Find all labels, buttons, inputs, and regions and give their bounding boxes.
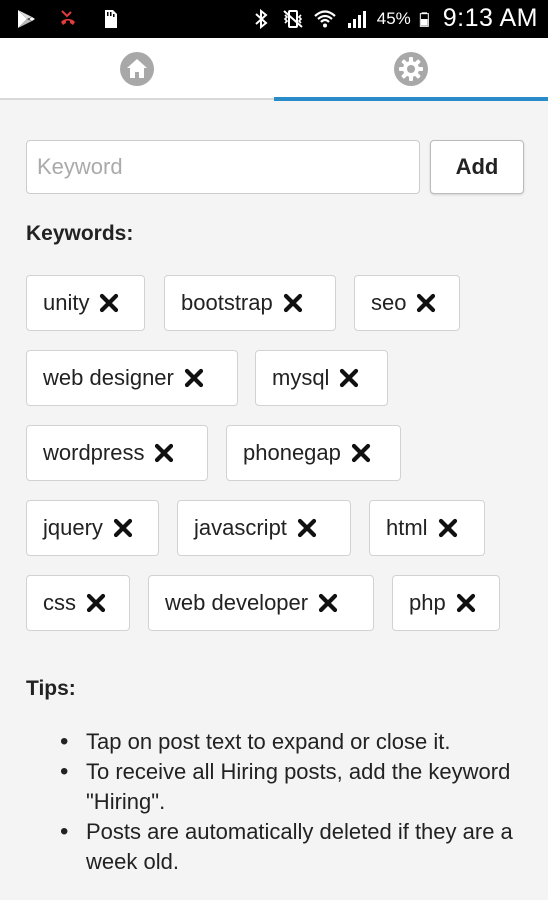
keyword-chip-label: seo [371,290,407,315]
selected-tab-indicator [274,97,548,101]
tab-home[interactable] [0,38,274,100]
battery-percentage: 45% [376,8,411,28]
add-button[interactable]: Add [430,140,524,194]
status-left-icons [14,7,122,31]
remove-keyword-icon[interactable] [456,593,476,613]
missed-call-icon [61,10,75,25]
play-store-icon [18,10,35,28]
keyword-chip[interactable]: html [369,500,485,556]
keyword-chip[interactable]: web designer [26,350,238,406]
wifi-icon [313,9,336,27]
status-right: 45% 9:13 AM [249,4,538,33]
tab-bar [0,38,548,101]
keyword-chip-label: phonegap [243,440,341,465]
keyword-chip[interactable]: unity [26,275,145,331]
keyword-chip-label: mysql [272,365,330,390]
keyword-chip[interactable]: phonegap [226,425,401,481]
bluetooth-icon [255,8,268,29]
keyword-chip-label: javascript [194,515,287,540]
keyword-chip[interactable]: bootstrap [164,275,336,331]
tips-list: Tap on post text to expand or close it. … [58,727,528,877]
keyword-chip-label: wordpress [43,440,145,465]
remove-keyword-icon[interactable] [184,368,204,388]
signal-icon [347,10,366,28]
tab-settings[interactable] [274,38,548,100]
remove-keyword-icon[interactable] [154,443,174,463]
tips-heading: Tips: [26,677,76,700]
keyword-input[interactable] [26,140,420,194]
keyword-chip-label: bootstrap [181,290,273,315]
remove-keyword-icon[interactable] [99,293,119,313]
keyword-chip[interactable]: wordpress [26,425,208,481]
keyword-chip[interactable]: mysql [255,350,388,406]
keywords-heading: Keywords: [26,222,134,245]
home-icon [120,52,154,86]
keyword-chip-label: jquery [43,515,103,540]
keyword-chip[interactable]: seo [354,275,460,331]
gear-icon [394,52,428,86]
keyword-chip-label: web designer [43,365,174,390]
keyword-chip[interactable]: php [392,575,500,631]
remove-keyword-icon[interactable] [416,293,436,313]
keyword-chip[interactable]: javascript [177,500,351,556]
keyword-chip-label: web developer [165,590,309,615]
remove-keyword-icon[interactable] [297,518,317,538]
sd-card-icon [105,10,117,28]
remove-keyword-icon[interactable] [351,443,371,463]
remove-keyword-icon[interactable] [339,368,359,388]
tip-item: Tap on post text to expand or close it. [58,727,528,757]
keyword-chip-label: php [409,590,446,615]
tip-item: To receive all Hiring posts, add the key… [58,757,528,817]
tip-item: Posts are automatically deleted if they … [58,817,528,877]
clock: 9:13 AM [442,4,538,32]
status-bar: 45% 9:13 AM [0,0,548,38]
keyword-chip[interactable]: web developer [148,575,374,631]
remove-keyword-icon[interactable] [113,518,133,538]
remove-keyword-icon[interactable] [283,293,303,313]
battery-icon [419,11,429,27]
keyword-chip-label: html [386,515,428,540]
keyword-chip[interactable]: css [26,575,130,631]
remove-keyword-icon[interactable] [318,593,338,613]
keyword-chip[interactable]: jquery [26,500,159,556]
remove-keyword-icon[interactable] [86,593,106,613]
keyword-chip-label: unity [43,290,90,315]
remove-keyword-icon[interactable] [438,518,458,538]
keyword-chip-label: css [43,590,76,615]
vibrate-icon [283,9,303,28]
